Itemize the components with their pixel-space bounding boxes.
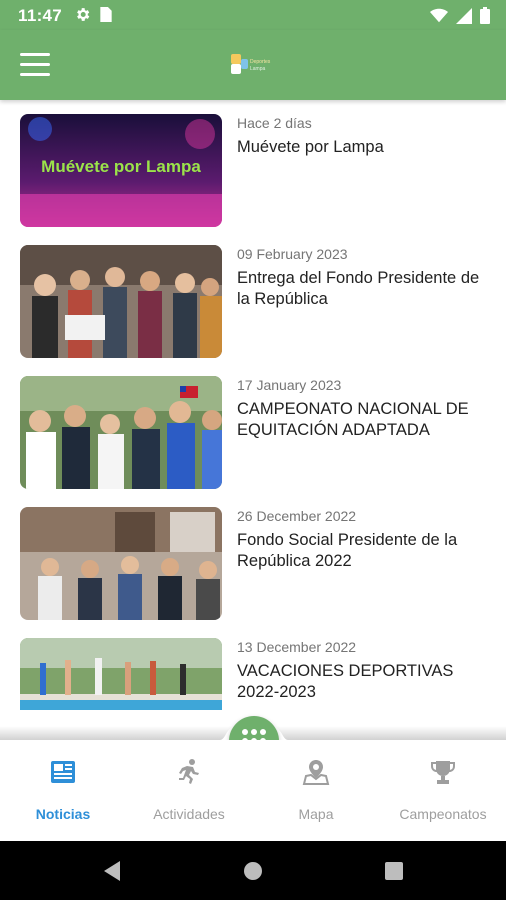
news-item[interactable]: 13 December 2022 VACACIONES DEPORTIVAS 2… — [0, 624, 506, 710]
news-item[interactable]: 17 January 2023 CAMPEONATO NACIONAL DE E… — [0, 362, 506, 493]
news-title: Muévete por Lampa — [237, 138, 384, 156]
news-title: VACACIONES DEPORTIVAS 2022-2023 — [237, 662, 454, 701]
news-thumbnail: Muévete por Lampa — [20, 114, 222, 227]
menu-line — [20, 53, 50, 56]
tab-actividades[interactable]: Actividades — [126, 740, 252, 841]
gear-icon — [77, 8, 90, 21]
logo-text-1: Deportes — [250, 59, 271, 65]
menu-line — [20, 73, 50, 76]
news-title: CAMPEONATO NACIONAL DE EQUITACIÓN ADAPTA… — [237, 400, 469, 439]
bottom-navigation: Noticias Actividades Mapa Campeonatos — [0, 740, 506, 841]
runner-icon — [179, 759, 199, 784]
recents-icon[interactable] — [381, 858, 407, 884]
status-bar: 11:47 — [0, 0, 506, 30]
news-thumbnail — [20, 507, 222, 620]
signal-icon — [456, 7, 472, 24]
news-date: 13 December 2022 — [237, 639, 357, 655]
news-date: 09 February 2023 — [237, 246, 348, 262]
news-thumbnail — [20, 376, 222, 489]
news-date: 17 January 2023 — [237, 377, 342, 393]
home-icon[interactable] — [240, 858, 266, 884]
status-left-icons — [74, 6, 113, 23]
battery-icon — [480, 7, 490, 24]
news-title: Entrega del Fondo Presidente de la Repúb… — [237, 269, 480, 308]
news-thumbnail — [20, 245, 222, 358]
news-title: Fondo Social Presidente de la República … — [237, 531, 458, 570]
logo-text-2: Lampa — [250, 66, 266, 72]
news-feed[interactable]: Muévete por Lampa Hace 2 días Muévete po… — [0, 100, 506, 710]
wifi-icon — [430, 8, 448, 22]
news-item[interactable]: Muévete por Lampa Hace 2 días Muévete po… — [0, 100, 506, 231]
app-logo: Deportes Lampa — [231, 54, 271, 74]
status-right-icons — [430, 7, 490, 24]
system-navigation-bar — [0, 841, 506, 900]
news-item[interactable]: 26 December 2022 Fondo Social Presidente… — [0, 493, 506, 624]
back-icon[interactable] — [100, 858, 126, 884]
tab-noticias[interactable]: Noticias — [0, 740, 126, 841]
thumbnail-text: Muévete por Lampa — [41, 157, 201, 176]
news-item[interactable]: 09 February 2023 Entrega del Fondo Presi… — [0, 231, 506, 362]
news-thumbnail — [20, 638, 222, 710]
sim-card-icon — [100, 6, 112, 23]
app-bar: Deportes Lampa — [0, 30, 506, 100]
menu-line — [20, 63, 50, 66]
news-date: 26 December 2022 — [237, 508, 357, 524]
status-time: 11:47 — [18, 6, 63, 25]
tab-campeonatos[interactable]: Campeonatos — [380, 740, 506, 841]
trophy-icon — [431, 761, 455, 784]
tab-label: Campeonatos — [399, 806, 487, 822]
news-date: Hace 2 días — [237, 115, 312, 131]
tab-label: Noticias — [35, 806, 91, 822]
hamburger-menu-button[interactable] — [20, 53, 50, 77]
tab-label: Mapa — [298, 806, 334, 822]
tab-mapa[interactable]: Mapa — [253, 740, 379, 841]
tab-label: Actividades — [153, 806, 225, 822]
map-pin-icon — [302, 760, 330, 785]
newspaper-icon — [51, 761, 75, 783]
